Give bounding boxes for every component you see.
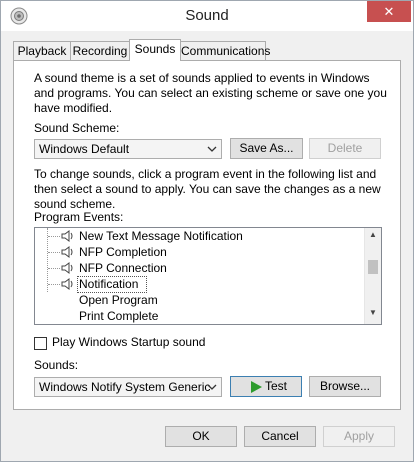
tree-line — [48, 284, 60, 285]
scrollbar-thumb[interactable] — [368, 260, 378, 274]
tab-strip: Playback Recording Sounds Communications — [13, 39, 401, 61]
play-icon — [251, 381, 262, 393]
list-item[interactable]: NFP Completion — [35, 244, 365, 260]
event-label: New Text Message Notification — [79, 229, 243, 243]
tree-line — [48, 236, 60, 237]
list-item[interactable]: NFP Connection — [35, 260, 365, 276]
delete-button[interactable]: Delete — [309, 138, 381, 159]
title-bar[interactable]: Sound ✕ — [1, 1, 413, 31]
instructions-text: To change sounds, click a program event … — [34, 167, 381, 212]
event-label: Notification — [79, 277, 139, 291]
instructions-line: then select a sound to apply. You can sa… — [34, 182, 381, 196]
tab-playback[interactable]: Playback — [13, 41, 71, 60]
scroll-up-icon[interactable]: ▲ — [365, 230, 381, 244]
close-button[interactable]: ✕ — [367, 1, 411, 22]
tab-recording[interactable]: Recording — [70, 41, 130, 60]
event-label: NFP Connection — [79, 261, 167, 275]
tab-communications[interactable]: Communications — [180, 41, 270, 60]
tree-line — [48, 268, 60, 269]
scroll-down-icon[interactable]: ▼ — [365, 308, 381, 322]
sound-scheme-select[interactable]: Windows Default — [34, 139, 222, 159]
intro-line: have modified. — [34, 101, 113, 115]
event-label: Open Program — [79, 293, 158, 307]
test-button[interactable]: Test — [230, 376, 302, 397]
sound-scheme-value: Windows Default — [39, 142, 130, 156]
sound-dialog: Sound ✕ Playback Recording Sounds Commun… — [0, 0, 414, 462]
program-events-list[interactable]: New Text Message Notification NFP Comple… — [34, 227, 382, 325]
tab-sounds[interactable]: Sounds — [129, 39, 181, 61]
test-label: Test — [265, 379, 288, 393]
event-label: NFP Completion — [79, 245, 167, 259]
startup-sound-checkbox[interactable] — [34, 337, 47, 350]
event-label: Print Complete — [79, 309, 159, 323]
speaker-icon — [61, 230, 73, 242]
sound-file-value: Windows Notify System Generic — [39, 380, 211, 394]
list-item-selected[interactable]: Notification — [35, 276, 365, 293]
list-item[interactable]: Print Complete — [35, 308, 365, 324]
tree-line — [48, 252, 60, 253]
chevron-down-icon — [207, 146, 217, 152]
chevron-down-icon — [207, 384, 217, 390]
speaker-icon — [61, 262, 73, 274]
sounds-panel: A sound theme is a set of sounds applied… — [13, 60, 401, 410]
list-item[interactable]: Open Program — [35, 292, 365, 308]
cancel-button[interactable]: Cancel — [244, 426, 316, 447]
window-title: Sound — [185, 7, 229, 24]
intro-line: A sound theme is a set of sounds applied… — [34, 71, 370, 85]
intro-text: A sound theme is a set of sounds applied… — [34, 71, 387, 116]
startup-sound-label[interactable]: Play Windows Startup sound — [52, 335, 205, 350]
save-as-button[interactable]: Save As... — [230, 138, 303, 159]
apply-button[interactable]: Apply — [323, 426, 395, 447]
ok-button[interactable]: OK — [165, 426, 237, 447]
sound-file-select[interactable]: Windows Notify System Generic — [34, 377, 222, 397]
program-events-label: Program Events: — [34, 210, 124, 224]
instructions-line: To change sounds, click a program event … — [34, 167, 377, 181]
intro-line: and programs. You can select an existing… — [34, 86, 387, 100]
list-item[interactable]: New Text Message Notification — [35, 228, 365, 244]
sound-scheme-label: Sound Scheme: — [34, 121, 120, 135]
browse-button[interactable]: Browse... — [309, 376, 381, 397]
speaker-icon — [61, 246, 73, 258]
speaker-icon — [61, 278, 73, 290]
sounds-label: Sounds: — [34, 358, 79, 372]
vertical-scrollbar[interactable]: ▲ ▼ — [364, 228, 381, 324]
